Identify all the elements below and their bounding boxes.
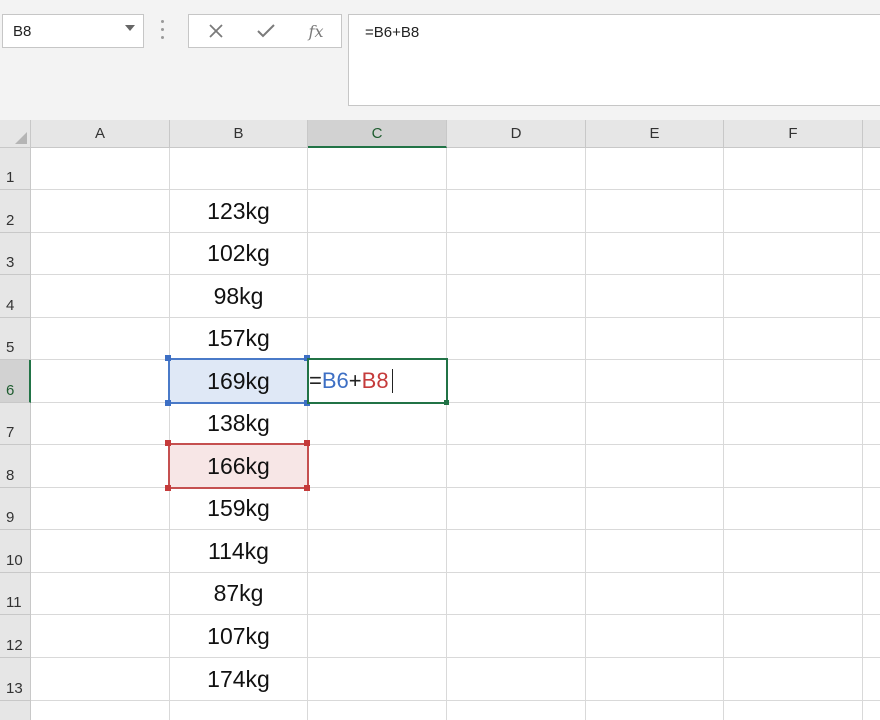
- row-header-4[interactable]: 4: [0, 275, 31, 318]
- gridline: [31, 529, 880, 530]
- confirm-button[interactable]: [241, 15, 291, 47]
- column-header-d[interactable]: D: [447, 120, 586, 148]
- text-cursor: [391, 369, 393, 393]
- row-header-10[interactable]: 10: [0, 530, 31, 573]
- gridline: [31, 232, 880, 233]
- formula-input[interactable]: =B6+B8: [348, 14, 880, 106]
- gridline: [31, 444, 880, 445]
- gridline: [585, 148, 586, 720]
- cell-b2[interactable]: 123kg: [170, 190, 307, 232]
- select-all-button[interactable]: [0, 120, 31, 148]
- row-header-6[interactable]: 6: [0, 360, 31, 403]
- active-cell-c6[interactable]: = B6 + B8: [307, 358, 448, 404]
- row-header-12[interactable]: 12: [0, 615, 31, 658]
- cell-b9[interactable]: 159kg: [170, 488, 307, 529]
- gridline: [31, 487, 880, 488]
- select-all-icon: [15, 132, 27, 144]
- cell-b5[interactable]: 157kg: [170, 318, 307, 359]
- cell-b11[interactable]: 87kg: [170, 573, 307, 614]
- gridline: [31, 189, 880, 190]
- column-header-c[interactable]: C: [308, 120, 447, 148]
- cell-b12[interactable]: 107kg: [170, 615, 307, 657]
- gridline: [446, 148, 447, 720]
- column-header-a[interactable]: A: [31, 120, 170, 148]
- gridline: [31, 274, 880, 275]
- row-header-5[interactable]: 5: [0, 318, 31, 360]
- row-header-9[interactable]: 9: [0, 488, 31, 530]
- gridline: [862, 148, 863, 720]
- gridline: [307, 148, 308, 720]
- gridline: [31, 402, 880, 403]
- cell-b10[interactable]: 114kg: [170, 530, 307, 572]
- spreadsheet-grid[interactable]: A B C D E F 1 2 3 4 5 6 7 8 9 10 11 12 1…: [0, 120, 880, 720]
- formula-text: =B6+B8: [365, 24, 420, 41]
- formula-ref-b8: B8: [361, 368, 389, 393]
- gridline: [31, 317, 880, 318]
- fx-icon: fx: [308, 21, 324, 41]
- formula-bar: B8 fx =B6+B8: [0, 0, 880, 120]
- row-header-14[interactable]: [0, 701, 31, 720]
- cell-b6[interactable]: 169kg: [170, 360, 307, 402]
- gridline: [31, 657, 880, 658]
- gridline: [31, 572, 880, 573]
- insert-function-button[interactable]: fx: [291, 15, 341, 47]
- formula-buttons: fx: [188, 14, 342, 48]
- row-header-3[interactable]: 3: [0, 233, 31, 275]
- row-header-2[interactable]: 2: [0, 190, 31, 233]
- check-icon: [257, 24, 275, 38]
- name-box-value: B8: [13, 23, 32, 40]
- formula-equals: =: [309, 368, 322, 393]
- row-header-13[interactable]: 13: [0, 658, 31, 701]
- gridline: [31, 700, 880, 701]
- cell-b3[interactable]: 102kg: [170, 233, 307, 274]
- row-header-11[interactable]: 11: [0, 573, 31, 615]
- row-header-7[interactable]: 7: [0, 403, 31, 445]
- column-header-f[interactable]: F: [724, 120, 863, 148]
- chevron-down-icon[interactable]: [125, 25, 135, 31]
- column-header-g[interactable]: [863, 120, 880, 148]
- row-header-8[interactable]: 8: [0, 445, 31, 488]
- name-box[interactable]: B8: [2, 14, 144, 48]
- gridline: [31, 614, 880, 615]
- formula-ref-b6: B6: [321, 368, 349, 393]
- cell-b13[interactable]: 174kg: [170, 658, 307, 700]
- gridline: [31, 359, 880, 360]
- row-header-1[interactable]: 1: [0, 148, 31, 190]
- cell-b7[interactable]: 138kg: [170, 403, 307, 444]
- cancel-button[interactable]: [191, 15, 241, 47]
- formula-operator: +: [348, 368, 362, 393]
- fill-handle[interactable]: [444, 400, 449, 405]
- grip-icon[interactable]: [160, 20, 164, 42]
- cell-b4[interactable]: 98kg: [170, 275, 307, 317]
- column-header-e[interactable]: E: [586, 120, 724, 148]
- cell-b8[interactable]: 166kg: [170, 445, 307, 487]
- x-icon: [209, 24, 223, 38]
- gridline: [723, 148, 724, 720]
- column-header-b[interactable]: B: [170, 120, 308, 148]
